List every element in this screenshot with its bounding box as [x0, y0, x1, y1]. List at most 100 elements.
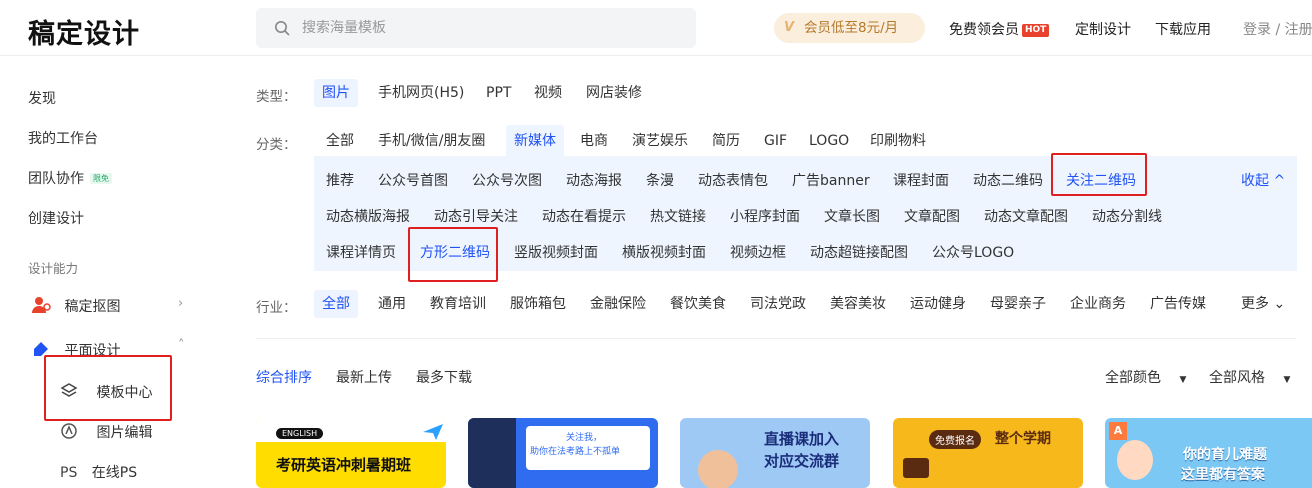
industry-option[interactable]: 美容美妆	[822, 290, 894, 318]
subcategory-option[interactable]: 热文链接	[650, 206, 706, 226]
login-register-link[interactable]: 登录 / 注册	[1243, 19, 1312, 39]
subcategory-option[interactable]: 动态海报	[566, 170, 622, 190]
subcategory-option[interactable]: 公众号首图	[378, 170, 448, 190]
style-filter-dropdown[interactable]: 全部风格 ▼	[1209, 367, 1290, 387]
sort-option-newest[interactable]: 最新上传	[336, 367, 392, 387]
subcategory-option[interactable]: 公众号LOGO	[932, 242, 1014, 262]
template-card[interactable]: 直播课加入 对应交流群	[680, 418, 870, 488]
more-industries-button[interactable]: 更多 ⌄	[1233, 290, 1293, 318]
sidebar-item-team-label: 团队协作	[28, 171, 84, 187]
category-option[interactable]: 电商	[572, 127, 616, 155]
vip-promo-button[interactable]: V 会员低至8元/月	[774, 13, 925, 43]
subcategory-option[interactable]: 公众号次图	[472, 170, 542, 190]
users-icon	[32, 297, 51, 313]
industry-option[interactable]: 企业商务	[1062, 290, 1134, 318]
type-option[interactable]: 图片	[314, 79, 358, 107]
subcategory-option[interactable]: 动态分割线	[1092, 206, 1162, 226]
subcategory-option[interactable]: 文章配图	[904, 206, 960, 226]
subcategory-option[interactable]: 条漫	[646, 170, 674, 190]
site-logo[interactable]: 稿定设计	[28, 12, 140, 51]
sidebar-item-workspace[interactable]: 我的工作台	[28, 128, 98, 148]
category-option[interactable]: GIF	[756, 127, 795, 155]
template-card[interactable]: ENGLISH 考研英语冲刺暑期班	[256, 418, 446, 488]
card-title: 考研英语冲刺暑期班	[276, 456, 412, 474]
subcategory-option[interactable]: 动态文章配图	[984, 206, 1068, 226]
type-option[interactable]: PPT	[478, 79, 519, 107]
type-label: 类型：	[256, 89, 297, 105]
category-option[interactable]: LOGO	[801, 127, 857, 155]
template-card[interactable]: A 你的育儿难题 这里都有答案	[1105, 418, 1312, 488]
category-option[interactable]: 印刷物料	[862, 127, 934, 155]
type-option[interactable]: 网店装修	[578, 79, 650, 107]
card-baby-illustration	[1117, 440, 1153, 480]
subcategory-option[interactable]: 动态在看提示	[542, 206, 626, 226]
category-option[interactable]: 全部	[318, 127, 362, 155]
style-filter-label: 全部风格	[1209, 370, 1265, 386]
category-option[interactable]: 手机/微信/朋友圈	[370, 127, 493, 155]
industry-option[interactable]: 广告传媒	[1142, 290, 1214, 318]
caret-down-icon: ▼	[1179, 375, 1187, 385]
industry-option[interactable]: 教育培训	[422, 290, 494, 318]
sidebar-item-image-edit-label: 图片编辑	[96, 425, 153, 441]
industry-option[interactable]: 司法党政	[742, 290, 814, 318]
sidebar-item-image-edit[interactable]: 图片编辑	[60, 422, 152, 442]
subcategory-option[interactable]: 动态横版海报	[326, 206, 410, 226]
industry-label: 行业：	[256, 300, 297, 316]
search-box[interactable]	[256, 8, 696, 48]
sidebar-item-team[interactable]: 团队协作 限免	[28, 168, 112, 188]
card-title: 这里都有答案	[1181, 467, 1265, 483]
sidebar-section-title: 设计能力	[28, 261, 79, 276]
sort-option-comprehensive[interactable]: 综合排序	[256, 367, 312, 387]
industry-option[interactable]: 运动健身	[902, 290, 974, 318]
subcategory-option[interactable]: 动态二维码	[973, 170, 1043, 190]
industry-option[interactable]: 母婴亲子	[982, 290, 1054, 318]
industry-option[interactable]: 通用	[370, 290, 414, 318]
card-title: 整个学期	[995, 431, 1051, 447]
subcategory-option[interactable]: 动态超链接配图	[810, 242, 908, 262]
sidebar-item-matting[interactable]: 稿定抠图	[32, 296, 120, 316]
custom-design-link[interactable]: 定制设计	[1075, 19, 1131, 39]
search-input[interactable]	[302, 8, 682, 48]
card-avatar-illustration	[698, 450, 738, 488]
highlight-box	[408, 227, 498, 282]
subcategory-option[interactable]: 视频边框	[730, 242, 786, 262]
subcategory-option[interactable]: 竖版视频封面	[514, 242, 598, 262]
collapse-button[interactable]: 收起 ^	[1241, 170, 1285, 190]
industry-option[interactable]: 餐饮美食	[662, 290, 734, 318]
sidebar-item-discover[interactable]: 发现	[28, 88, 56, 108]
sidebar-item-create[interactable]: 创建设计	[28, 208, 84, 228]
type-option[interactable]: 视频	[526, 79, 570, 107]
card-tag: 免费报名	[929, 430, 981, 449]
template-card[interactable]: 免费报名 整个学期	[893, 418, 1083, 488]
sidebar-item-online-ps[interactable]: PS 在线PS	[60, 462, 137, 482]
template-card[interactable]: 关注我， 助你在法考路上不孤单	[468, 418, 658, 488]
subcategory-option[interactable]: 课程封面	[893, 170, 949, 190]
subcategory-option[interactable]: 广告banner	[792, 170, 870, 190]
category-option[interactable]: 新媒体	[506, 125, 564, 157]
free-vip-link[interactable]: 免费领会员 HOT	[949, 19, 1050, 39]
divider	[256, 338, 1296, 339]
subcategory-option[interactable]: 横版视频封面	[622, 242, 706, 262]
category-label: 分类：	[256, 137, 297, 153]
sort-option-downloads[interactable]: 最多下载	[416, 367, 472, 387]
subcategory-option[interactable]: 推荐	[326, 170, 354, 190]
free-badge: 限免	[90, 173, 112, 184]
color-filter-dropdown[interactable]: 全部颜色 ▼	[1105, 367, 1186, 387]
industry-option[interactable]: 服饰箱包	[502, 290, 574, 318]
caret-down-icon: ▼	[1283, 375, 1291, 385]
subcategory-option[interactable]: 动态表情包	[698, 170, 768, 190]
subcategory-option[interactable]: 动态引导关注	[434, 206, 518, 226]
highlight-box	[44, 355, 172, 421]
industry-option[interactable]: 金融保险	[582, 290, 654, 318]
type-option[interactable]: 手机网页(H5)	[370, 79, 472, 107]
download-app-link[interactable]: 下载应用	[1155, 19, 1211, 39]
category-option[interactable]: 演艺娱乐	[624, 127, 696, 155]
industry-option[interactable]: 全部	[314, 290, 358, 318]
subcategory-option[interactable]: 文章长图	[824, 206, 880, 226]
subcategory-option[interactable]: 小程序封面	[730, 206, 800, 226]
card-line: 直播课加入	[764, 430, 840, 448]
paper-plane-icon	[423, 424, 443, 440]
subcategory-option[interactable]: 课程详情页	[326, 242, 396, 262]
card-title: 对应交流群	[764, 452, 840, 470]
category-option[interactable]: 简历	[704, 127, 748, 155]
